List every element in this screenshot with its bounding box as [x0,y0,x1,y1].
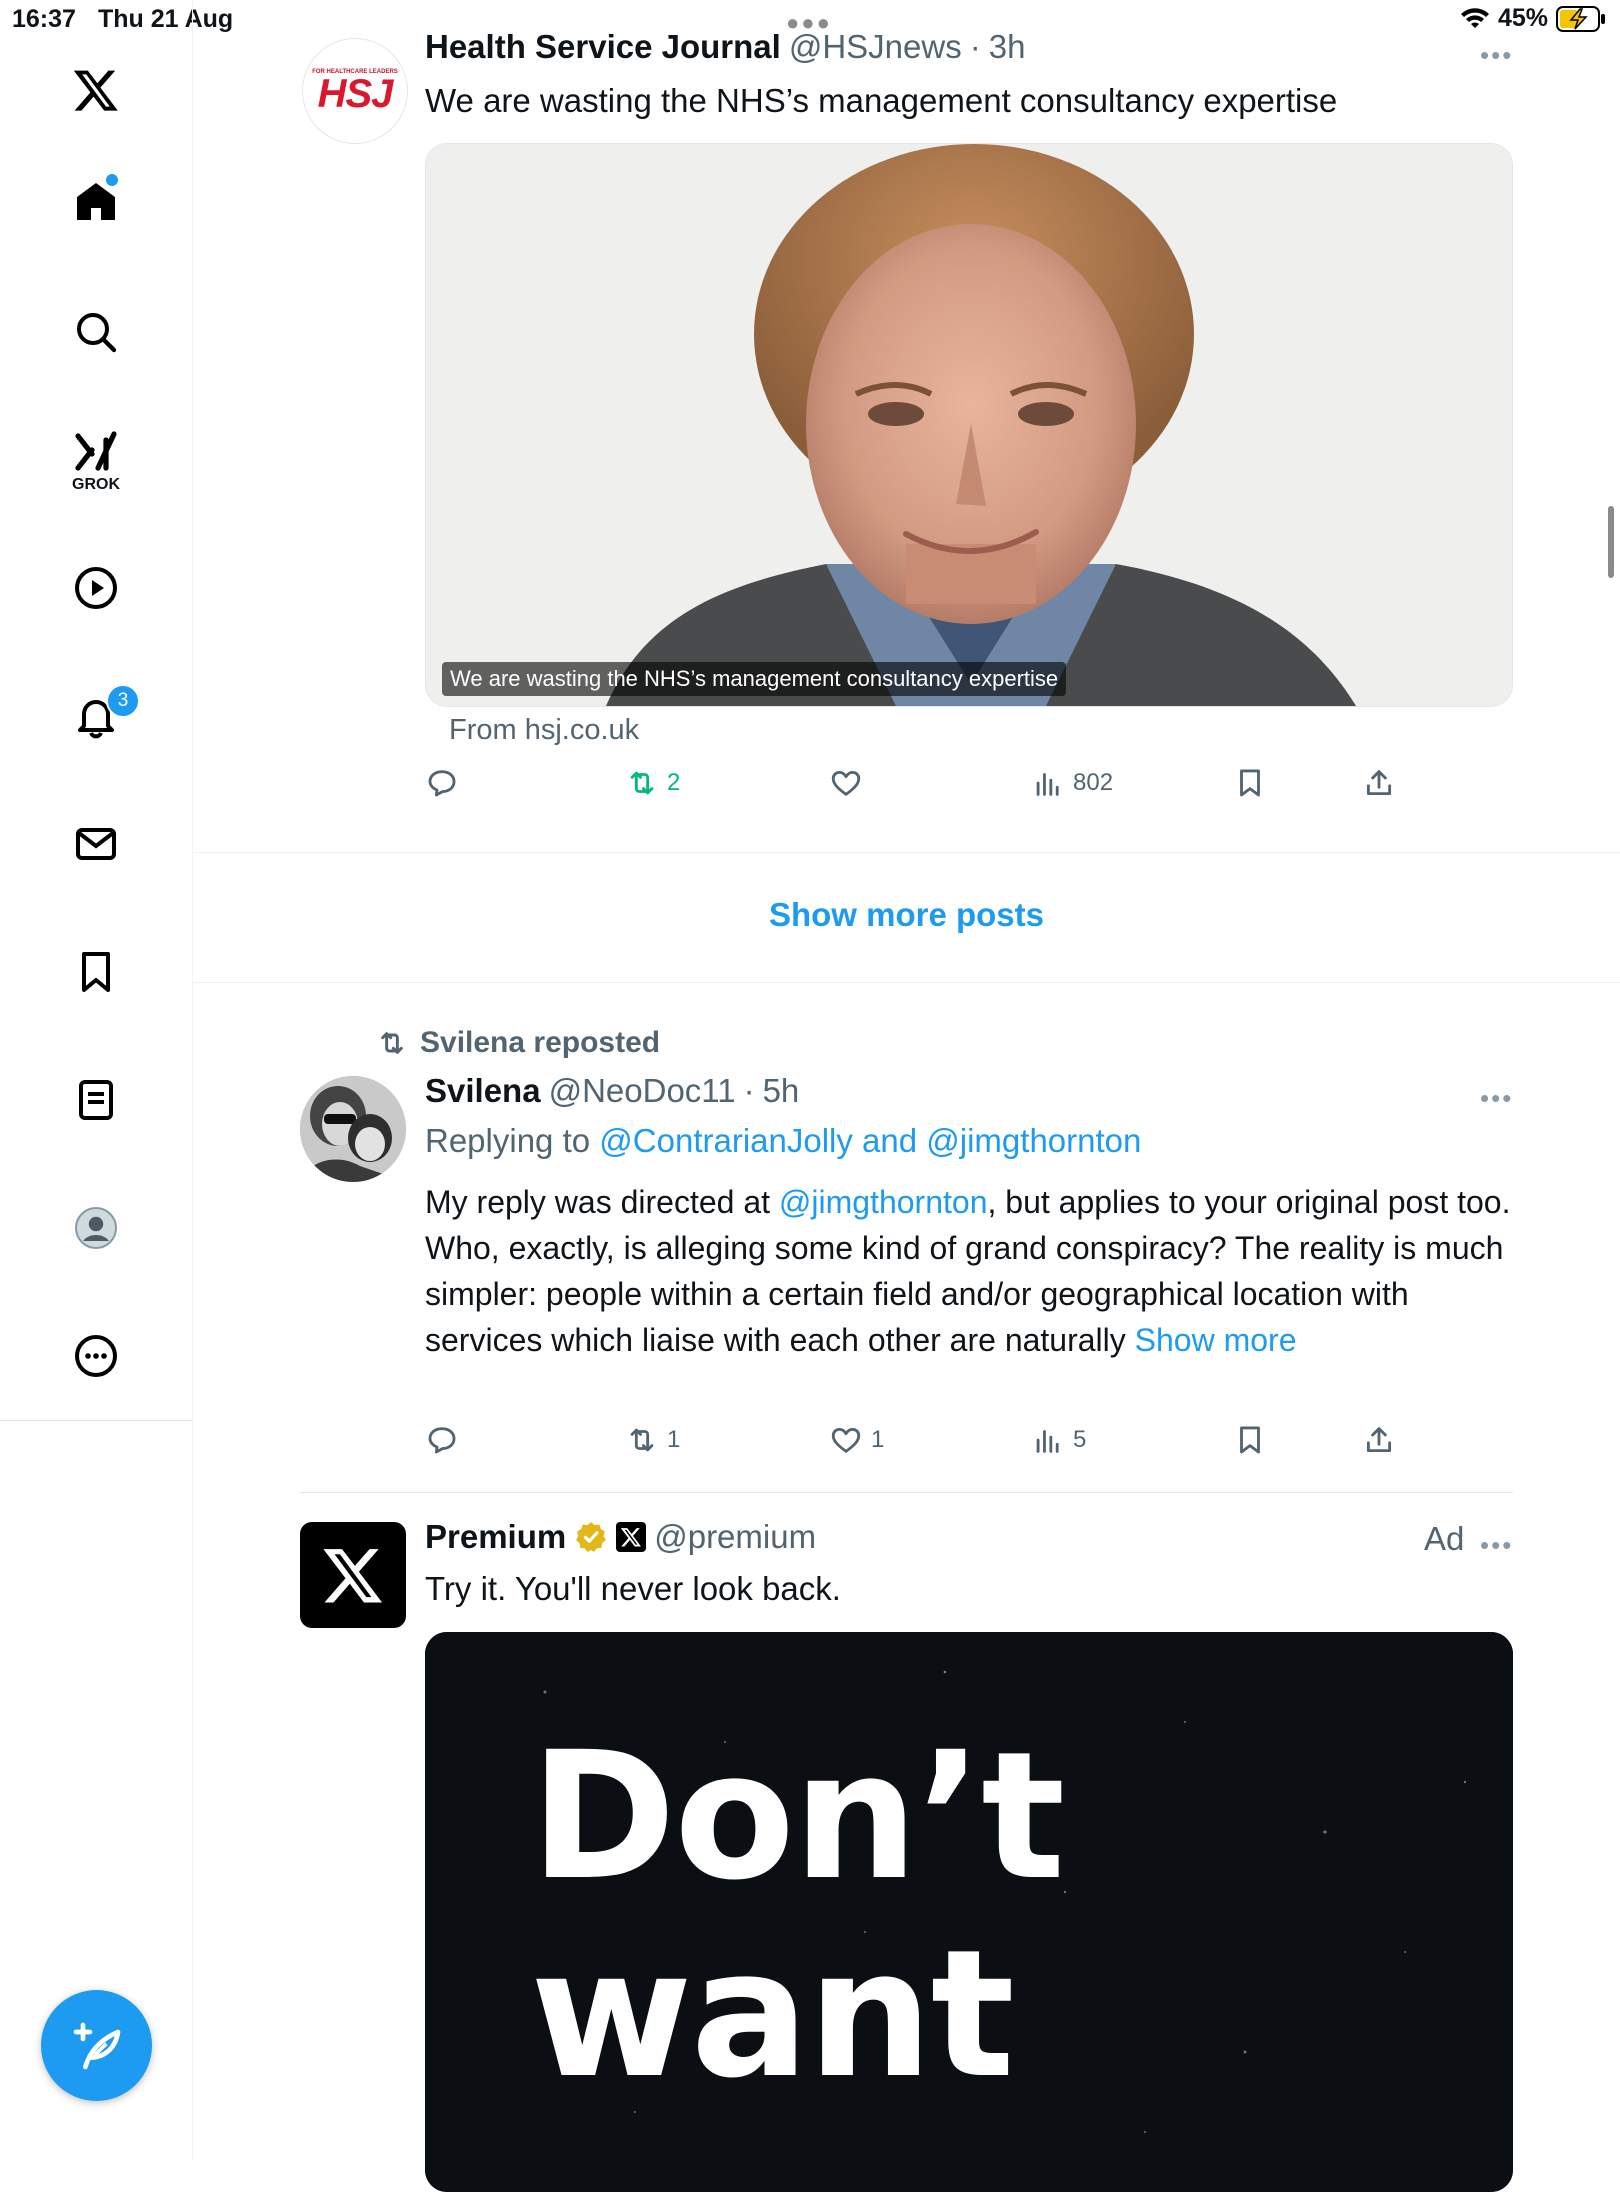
post2-reply-mentions[interactable]: @ContrarianJolly and @jimgthornton [599,1122,1141,1159]
post3-text: Try it. You'll never look back. [425,1570,841,1607]
post1-author-name[interactable]: Health Service Journal [425,28,781,66]
post1-views-button[interactable]: 802 [1031,766,1113,800]
share-icon [1366,770,1392,796]
share-icon [1366,1427,1392,1453]
ad-label: Ad [1424,1520,1465,1557]
hsj-logo: HSJ [317,72,394,116]
x-logo-icon [323,1549,383,1603]
battery-charging-icon [1556,5,1605,32]
divider [193,852,1620,853]
post2-like-count: 1 [871,1426,885,1453]
verified-gold-badge-icon [574,1520,608,1554]
views-chart-icon [1036,773,1059,796]
notifications-badge: 3 [106,684,140,718]
lists-icon[interactable] [64,1068,128,1132]
post1-time[interactable]: 3h [989,28,1026,66]
post1-reply-button[interactable] [425,766,459,800]
post1-like-button[interactable] [829,766,863,800]
post2-like-button[interactable]: 1 [829,1423,884,1457]
post2-repost-count: 1 [667,1426,681,1453]
home-unread-dot [106,174,118,186]
post3-author-name[interactable]: Premium [425,1518,566,1556]
x-logo-icon[interactable] [64,58,128,122]
wifi-icon [1460,7,1489,28]
bookmark-icon [1240,769,1260,797]
post2-actions: 1 1 5 [425,1423,1425,1473]
post2-reply-button[interactable] [425,1423,459,1457]
post2-handle[interactable]: @NeoDoc11 [549,1072,736,1110]
search-icon[interactable] [64,300,128,364]
compose-feather-icon [73,2022,120,2069]
post3-handle[interactable]: @premium [654,1518,816,1556]
repost-context[interactable]: Svilena reposted [376,1026,660,1060]
repost-icon [630,771,654,795]
post2-replying-to: Replying to @ContrarianJolly and @jimgth… [425,1122,1142,1159]
video-play-icon[interactable] [64,556,128,620]
post1-repost-count: 2 [667,769,681,796]
views-chart-icon [1036,1430,1059,1453]
hsj-avatar[interactable]: FOR HEALTHCARE LEADERS HSJ [302,38,408,144]
post1-more-button[interactable]: ••• [1480,40,1513,71]
post2-view-count: 5 [1073,1426,1087,1453]
show-more-posts-link[interactable]: Show more posts [193,896,1620,934]
reply-icon [428,1427,456,1454]
article-card-caption: We are wasting the NHS’s management cons… [442,662,1067,696]
article-card-image[interactable] [425,143,1513,707]
divider [300,1492,1513,1493]
article-source[interactable]: From hsj.co.uk [449,714,639,747]
article-photo [426,144,1512,706]
battery-percent: 45% [1497,4,1548,32]
post3-more-button[interactable]: ••• [1480,1530,1513,1561]
x-affiliate-badge-icon [616,1522,647,1552]
grok-label: GROK [72,476,120,493]
post1-header: Health Service Journal @HSJnews · 3h [425,28,1026,66]
post1-share-button[interactable] [1362,766,1396,800]
more-options-icon[interactable] [64,1324,128,1388]
bookmarks-icon[interactable] [64,940,128,1004]
post2-text: My reply was directed at @jimgthornton, … [425,1184,1511,1358]
post1-actions: 2 802 [425,766,1425,816]
heart-icon [831,1427,861,1453]
profile-avatar-icon[interactable] [64,1196,128,1260]
promo-headline-line1: Don’t [530,1714,1065,1919]
post2-show-more-link[interactable]: Show more [1135,1322,1297,1358]
sidebar: GROK 3 [0,0,193,2160]
messages-envelope-icon[interactable] [64,812,128,876]
promo-headline-line2: want [530,1912,1015,2117]
post1-bookmark-button[interactable] [1233,766,1267,800]
post2-share-button[interactable] [1362,1423,1396,1457]
post1-view-count: 802 [1073,769,1114,796]
bookmark-icon [1240,1426,1260,1454]
divider [193,982,1620,983]
post2-mention[interactable]: @jimgthornton [779,1184,988,1220]
repost-context-label: Svilena reposted [420,1026,661,1059]
post1-handle[interactable]: @HSJnews [789,28,962,66]
scrollbar-thumb[interactable] [1608,506,1614,578]
premium-avatar[interactable] [300,1522,406,1628]
post1-repost-button[interactable]: 2 [625,766,680,800]
grok-icon[interactable] [64,420,128,484]
post3-header: Premium @premium [425,1518,816,1556]
post2-repost-button[interactable]: 1 [625,1423,680,1457]
reply-icon [428,770,456,797]
post1-text: We are wasting the NHS’s management cons… [425,82,1338,119]
sidebar-divider [0,1420,192,1421]
heart-icon [831,770,861,796]
compose-post-button[interactable] [41,1990,152,2101]
post2-time[interactable]: 5h [763,1072,800,1110]
post2-more-button[interactable]: ••• [1480,1083,1513,1114]
post2-bookmark-button[interactable] [1233,1423,1267,1457]
post2-header: Svilena @NeoDoc11 · 5h [425,1072,800,1110]
repost-icon [630,1428,654,1452]
post2-views-button[interactable]: 5 [1031,1423,1086,1457]
repost-small-icon [381,1032,403,1054]
post2-author-name[interactable]: Svilena [425,1072,541,1110]
status-indicators: 45% [1460,4,1606,33]
home-icon[interactable] [64,170,128,234]
svilena-avatar[interactable] [300,1076,406,1182]
